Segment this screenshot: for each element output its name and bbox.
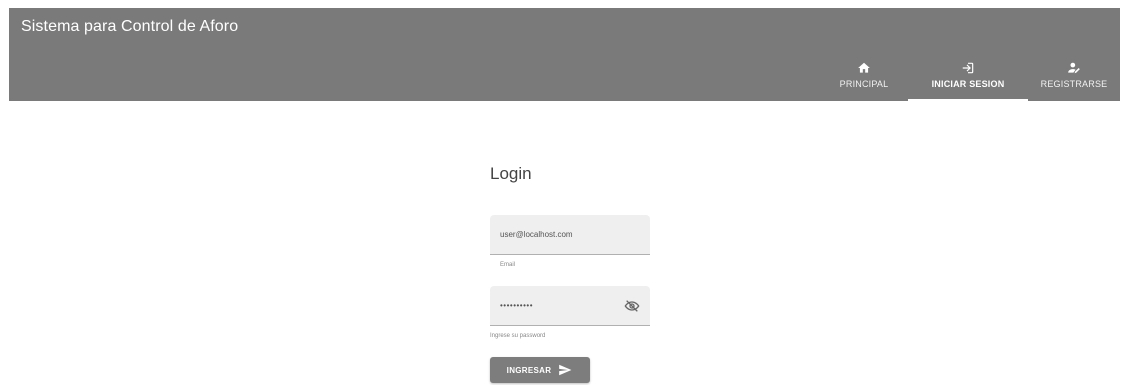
login-icon bbox=[962, 62, 974, 74]
email-field[interactable] bbox=[490, 215, 650, 255]
tab-iniciar-sesion-label: INICIAR SESION bbox=[931, 79, 1005, 89]
tab-iniciar-sesion[interactable]: INICIAR SESION bbox=[908, 8, 1028, 101]
send-icon bbox=[559, 364, 572, 376]
email-hint: Email bbox=[500, 262, 516, 268]
email-input[interactable] bbox=[500, 215, 640, 253]
password-field[interactable] bbox=[490, 286, 650, 326]
home-icon bbox=[858, 62, 870, 73]
ingresar-button[interactable]: INGRESAR bbox=[490, 357, 590, 383]
eye-off-icon[interactable] bbox=[624, 298, 640, 314]
password-input[interactable] bbox=[500, 286, 610, 324]
app-bar: Sistema para Control de Aforo PRINCIPAL … bbox=[9, 8, 1120, 101]
main-nav: PRINCIPAL INICIAR SESION REGISTRARSE bbox=[820, 8, 1120, 101]
password-hint: Ingrese su password bbox=[490, 333, 546, 339]
tab-principal-label: PRINCIPAL bbox=[839, 79, 889, 89]
active-tab-indicator bbox=[908, 99, 1028, 101]
page-title: Login bbox=[490, 164, 532, 183]
app-title: Sistema para Control de Aforo bbox=[21, 18, 239, 35]
tab-principal[interactable]: PRINCIPAL bbox=[820, 8, 908, 101]
tab-registrarse-label: REGISTRARSE bbox=[1040, 79, 1108, 89]
person-add-icon bbox=[1068, 62, 1080, 74]
tab-registrarse[interactable]: REGISTRARSE bbox=[1028, 8, 1120, 101]
ingresar-button-label: INGRESAR bbox=[506, 365, 552, 375]
